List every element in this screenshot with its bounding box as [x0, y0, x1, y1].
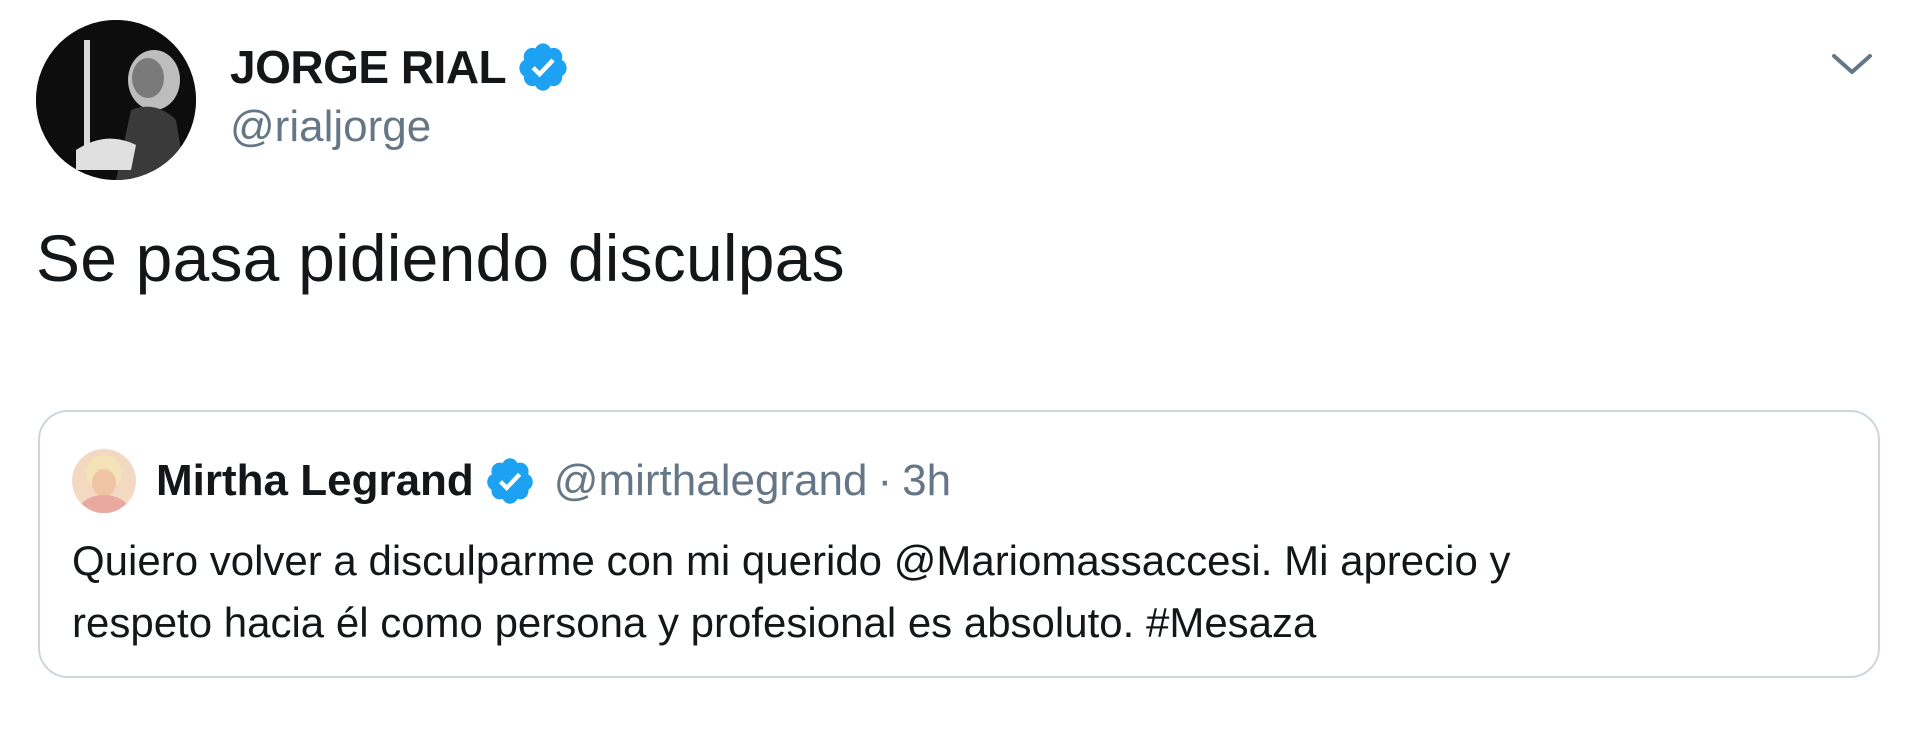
quoted-author-avatar: [72, 449, 136, 513]
quoted-author-handle: @mirthalegrand: [553, 456, 868, 505]
quoted-tweet-card[interactable]: Mirtha Legrand @mirthalegrand · 3h Quier…: [38, 410, 1880, 678]
separator-dot: ·: [877, 456, 893, 505]
author-display-name[interactable]: JORGE RIAL: [230, 40, 507, 94]
chevron-down-icon[interactable]: [1828, 40, 1876, 88]
avatar-photo: [72, 449, 136, 513]
author-name-row: JORGE RIAL: [230, 36, 570, 98]
tweet-text: Se pasa pidiendo disculpas: [36, 221, 845, 295]
quoted-tweet-header: Mirtha Legrand @mirthalegrand · 3h: [72, 448, 951, 514]
avatar-photo: [36, 20, 196, 180]
author-avatar[interactable]: [36, 20, 196, 180]
quoted-tweet-text-line: Quiero volver a disculparme con mi queri…: [72, 537, 1511, 584]
verified-badge-icon: [487, 458, 533, 504]
quoted-tweet-timestamp: 3h: [902, 456, 952, 505]
quoted-tweet-text: Quiero volver a disculparme con mi queri…: [72, 530, 1852, 654]
author-handle[interactable]: @rialjorge: [230, 102, 570, 152]
verified-badge-icon: [519, 43, 567, 91]
quoted-author-display-name: Mirtha Legrand: [156, 456, 474, 505]
author-block: JORGE RIAL @rialjorge: [230, 36, 570, 152]
tweet: JORGE RIAL @rialjorge Se pasa pidiendo d…: [0, 0, 1920, 731]
quoted-tweet-text-line: respeto hacia él como persona y profesio…: [72, 599, 1317, 646]
